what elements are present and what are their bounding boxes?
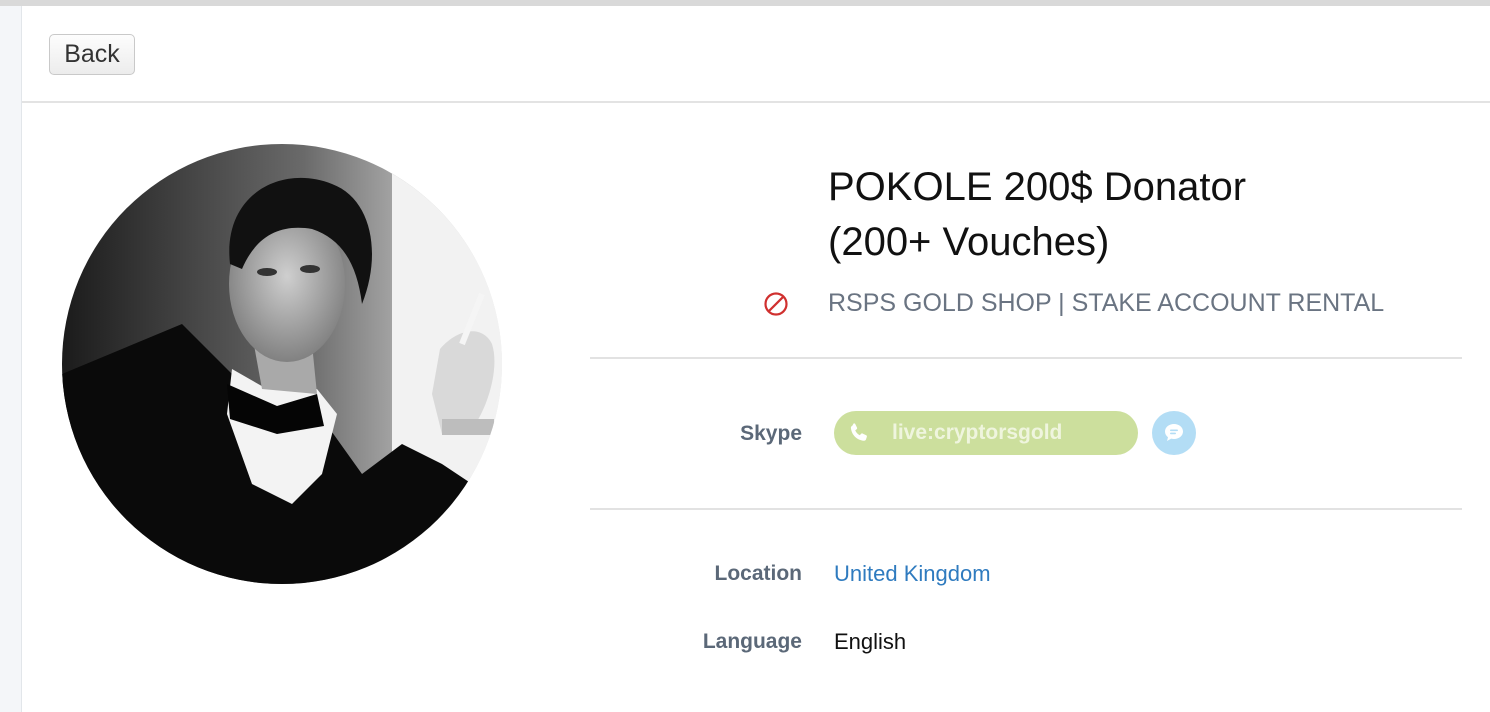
chat-bubble-icon bbox=[1165, 424, 1183, 441]
blocked-icon bbox=[764, 292, 788, 316]
skype-handle: live:cryptorsgold bbox=[892, 421, 1063, 444]
location-link[interactable]: United Kingdom bbox=[834, 561, 991, 587]
skype-chat-button[interactable] bbox=[1152, 411, 1196, 455]
phone-icon bbox=[850, 423, 867, 441]
skype-label: Skype bbox=[740, 422, 802, 445]
avatar bbox=[62, 144, 502, 584]
language-label: Language bbox=[702, 630, 802, 653]
back-button[interactable]: Back bbox=[49, 34, 135, 75]
left-sidebar-rail bbox=[0, 6, 22, 712]
profile-name: POKOLE 200$ Donator (200+ Vouches) bbox=[828, 165, 1247, 264]
section-divider bbox=[590, 357, 1462, 359]
section-divider bbox=[590, 508, 1462, 510]
page-header bbox=[22, 6, 1490, 103]
profile-subtitle: RSPS GOLD SHOP | STAKE ACCOUNT RENTAL bbox=[828, 289, 1385, 317]
language-value: English bbox=[834, 629, 907, 654]
location-label: Location bbox=[714, 562, 803, 585]
skype-contact-button[interactable]: live:cryptorsgold bbox=[834, 411, 1138, 455]
avatar-photo bbox=[62, 144, 502, 584]
